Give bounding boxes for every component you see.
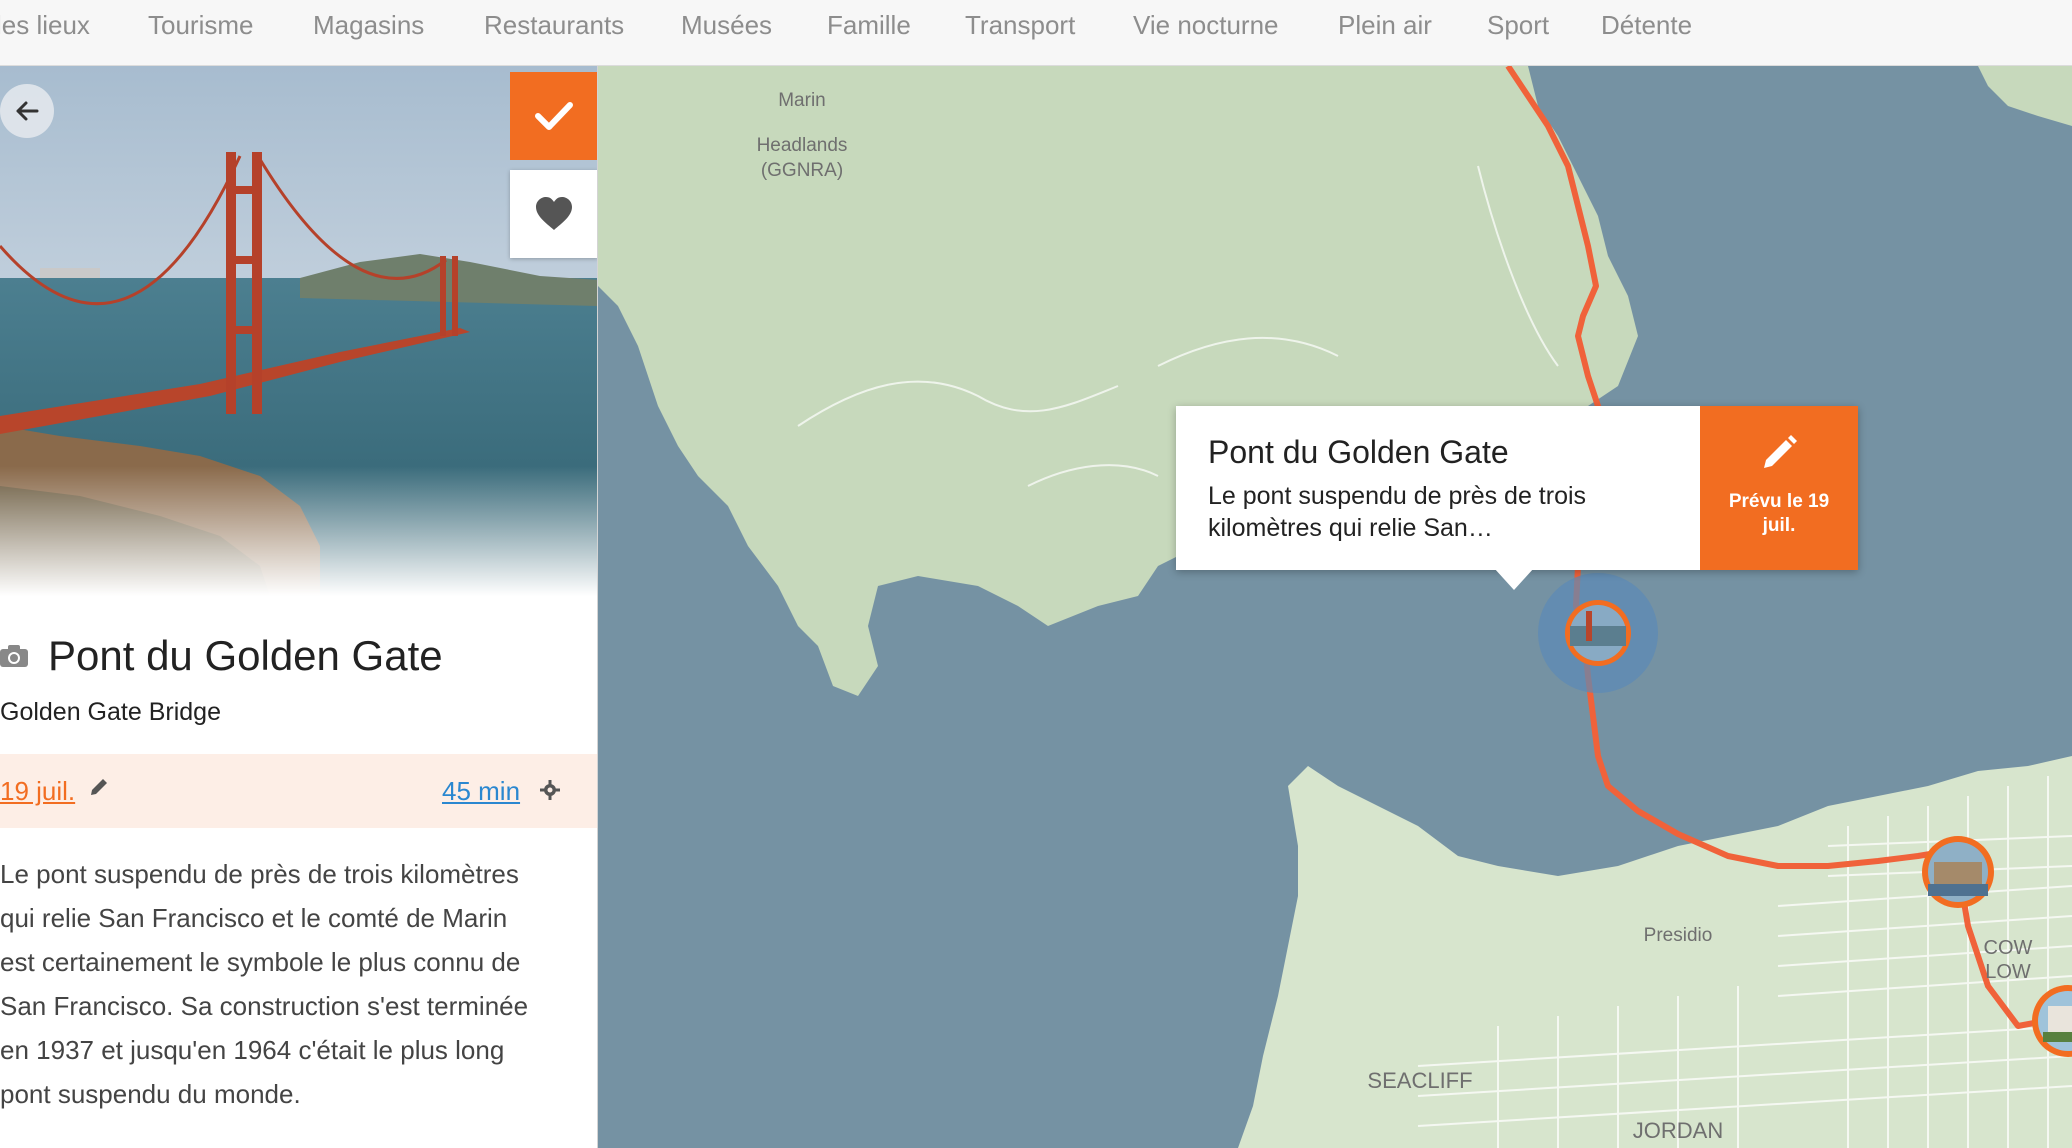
description-line: qui relie San Francisco et le comté de M… [0, 903, 508, 933]
map-label-marin: Marin [778, 90, 826, 111]
popup-description: Le pont suspendu de près de trois kilomè… [1208, 480, 1678, 544]
popup-plan-label-line2: juil. [1762, 515, 1796, 536]
category-tourisme[interactable]: Tourisme [148, 10, 253, 41]
mark-done-button[interactable] [510, 72, 597, 160]
map-label-hollow: LOW [1985, 961, 2031, 983]
place-photo [0, 66, 597, 596]
category-les-lieux[interactable]: les lieux [0, 10, 90, 41]
pencil-icon[interactable] [88, 776, 110, 798]
check-icon [535, 102, 573, 130]
san-francisco-land [1238, 756, 2072, 1148]
category-transport[interactable]: Transport [965, 10, 1075, 41]
map-label-ggnra: (GGNRA) [761, 160, 843, 181]
place-subtitle: Golden Gate Bridge [0, 698, 221, 726]
place-description: Le pont suspendu de près de trois kilomè… [0, 852, 590, 1116]
category-restaurants[interactable]: Restaurants [484, 10, 624, 41]
description-line: est certainement le symbole le plus conn… [0, 947, 521, 977]
description-line: Le pont suspendu de près de trois kilomè… [0, 859, 519, 889]
visit-date-link[interactable]: 19 juil. [0, 776, 75, 807]
category-bar: les lieux Tourisme Magasins Restaurants … [0, 0, 2072, 66]
category-detente[interactable]: Détente [1601, 10, 1692, 41]
popup-plan-label: Prévu le 19 juil. [1700, 490, 1858, 538]
marin-headlands-land [598, 66, 1638, 696]
popup-description-line: kilomètres qui relie San… [1208, 514, 1493, 542]
category-musees[interactable]: Musées [681, 10, 772, 41]
place-title: Pont du Golden Gate [48, 632, 443, 679]
gear-icon[interactable] [540, 780, 560, 800]
map-label-headlands: Headlands [757, 135, 848, 156]
arrow-left-icon [16, 101, 39, 121]
place-title-row: Pont du Golden Gate [0, 628, 443, 684]
heart-icon [536, 197, 572, 230]
map-popup[interactable]: Pont du Golden Gate Le pont suspendu de … [1176, 406, 1858, 570]
map-canvas: Marin Headlands (GGNRA) Presidio SEACLIF… [598, 66, 2072, 1148]
popup-arrow [1494, 568, 1534, 590]
category-magasins[interactable]: Magasins [313, 10, 424, 41]
pencil-icon [1764, 435, 1797, 468]
popup-description-line: Le pont suspendu de près de trois [1208, 482, 1587, 510]
map-label-cow: COW [1984, 937, 2033, 959]
category-plein-air[interactable]: Plein air [1338, 10, 1432, 41]
favorite-button[interactable] [510, 170, 597, 258]
map-label-presidio: Presidio [1644, 925, 1713, 946]
map-label-jordan: JORDAN [1633, 1118, 1723, 1143]
category-famille[interactable]: Famille [827, 10, 911, 41]
map-label-seacliff: SEACLIFF [1367, 1068, 1472, 1093]
camera-icon [0, 645, 28, 667]
description-line: San Francisco. Sa construction s'est ter… [0, 991, 529, 1021]
description-line: en 1937 et jusqu'en 1964 c'était le plus… [0, 1035, 505, 1065]
tiburon-land [1978, 66, 2072, 126]
back-button[interactable] [0, 84, 54, 138]
category-vie-nocturne[interactable]: Vie nocturne [1133, 10, 1279, 41]
visit-duration-link[interactable]: 45 min [442, 776, 520, 807]
description-line: pont suspendu du monde. [0, 1079, 301, 1109]
map[interactable]: Marin Headlands (GGNRA) Presidio SEACLIF… [598, 66, 2072, 1148]
popup-title: Pont du Golden Gate [1208, 434, 1509, 470]
detail-panel: Pont du Golden Gate Golden Gate Bridge 1… [0, 66, 598, 1148]
category-sport[interactable]: Sport [1487, 10, 1549, 41]
popup-plan-label-line1: Prévu le 19 [1728, 491, 1830, 512]
marker-palace-fine-arts [1922, 836, 1994, 908]
marker-golden-gate [1565, 600, 1631, 666]
golden-gate-photo [0, 66, 597, 596]
schedule-strip: 19 juil. 45 min [0, 754, 597, 828]
popup-plan-button[interactable]: Prévu le 19 juil. [1700, 406, 1858, 570]
